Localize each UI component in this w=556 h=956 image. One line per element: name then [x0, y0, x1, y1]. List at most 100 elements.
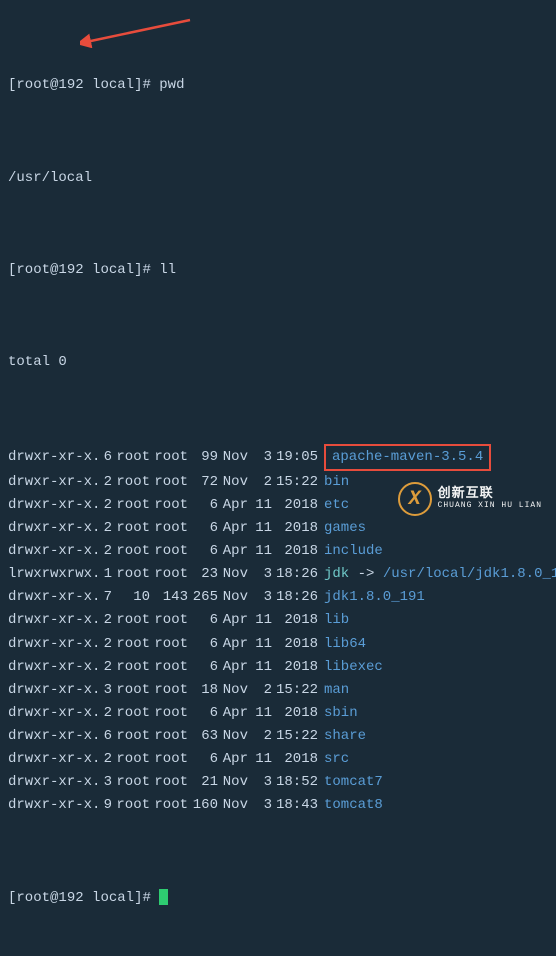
- group: root: [150, 471, 188, 494]
- size: 72: [188, 471, 218, 494]
- dir-name: sbin: [324, 705, 358, 721]
- table-row: drwxr-xr-x.3rootroot21Nov318:52tomcat7: [8, 771, 548, 794]
- owner: root: [112, 540, 150, 563]
- perm: drwxr-xr-x.: [8, 446, 98, 469]
- day: 11: [248, 609, 272, 632]
- prompt-cwd: local: [92, 77, 134, 93]
- dir-name: src: [324, 751, 349, 767]
- watermark-en-text: CHUANG XIN HU LIAN: [438, 502, 542, 511]
- size: 6: [188, 748, 218, 771]
- perm: drwxr-xr-x.: [8, 794, 98, 817]
- table-row: drwxr-xr-x.6rootroot99Nov319:05apache-ma…: [8, 444, 548, 471]
- links: 2: [98, 656, 112, 679]
- day: 3: [248, 586, 272, 609]
- dir-name: jdk1.8.0_191: [324, 589, 425, 605]
- day: 11: [248, 656, 272, 679]
- group: root: [150, 794, 188, 817]
- size: 6: [188, 540, 218, 563]
- total-line: total 0: [8, 351, 548, 374]
- owner: root: [112, 446, 150, 469]
- month: Nov: [218, 563, 248, 586]
- links: 2: [98, 702, 112, 725]
- group: root: [150, 702, 188, 725]
- prompt-host: 192: [58, 77, 83, 93]
- perm: lrwxrwxrwx.: [8, 563, 98, 586]
- day: 2: [248, 725, 272, 748]
- month: Apr: [218, 748, 248, 771]
- table-row: drwxr-xr-x.2rootroot6Apr112018lib64: [8, 633, 548, 656]
- day: 3: [248, 794, 272, 817]
- owner: root: [112, 679, 150, 702]
- month: Apr: [218, 494, 248, 517]
- terminal-window[interactable]: [root@192 local]# pwd /usr/local [root@1…: [8, 5, 548, 956]
- links: 2: [98, 494, 112, 517]
- table-row: drwxr-xr-x.710143265Nov318:26jdk1.8.0_19…: [8, 586, 548, 609]
- highlighted-entry: apache-maven-3.5.4: [324, 444, 491, 471]
- table-row: lrwxrwxrwx.1rootroot23Nov318:26jdk -> /u…: [8, 563, 548, 586]
- dir-name: man: [324, 682, 349, 698]
- links: 3: [98, 771, 112, 794]
- size: 99: [188, 446, 218, 469]
- cmd-pwd: pwd: [159, 77, 184, 93]
- dir-name: tomcat7: [324, 774, 383, 790]
- owner: root: [112, 494, 150, 517]
- size: 6: [188, 702, 218, 725]
- perm: drwxr-xr-x.: [8, 586, 98, 609]
- size: 6: [188, 494, 218, 517]
- owner: root: [112, 748, 150, 771]
- table-row: drwxr-xr-x.2rootroot6Apr112018include: [8, 540, 548, 563]
- perm: drwxr-xr-x.: [8, 656, 98, 679]
- group: root: [150, 771, 188, 794]
- group: 143: [150, 586, 188, 609]
- table-row: drwxr-xr-x.2rootroot6Apr112018lib: [8, 609, 548, 632]
- time: 2018: [272, 494, 318, 517]
- size: 6: [188, 656, 218, 679]
- day: 11: [248, 517, 272, 540]
- watermark-logo-icon: X: [398, 482, 432, 516]
- owner: root: [112, 563, 150, 586]
- time: 15:22: [272, 471, 318, 494]
- month: Nov: [218, 771, 248, 794]
- day: 3: [248, 446, 272, 469]
- perm: drwxr-xr-x.: [8, 609, 98, 632]
- perm: drwxr-xr-x.: [8, 494, 98, 517]
- size: 6: [188, 609, 218, 632]
- month: Apr: [218, 702, 248, 725]
- time: 15:22: [272, 679, 318, 702]
- day: 11: [248, 702, 272, 725]
- links: 2: [98, 633, 112, 656]
- month: Apr: [218, 540, 248, 563]
- dir-name: bin: [324, 474, 349, 490]
- watermark: X 创新互联 CHUANG XIN HU LIAN: [398, 482, 542, 516]
- dir-name: etc: [324, 497, 349, 513]
- symlink-target: /usr/local/jdk1.8.0_191: [383, 566, 556, 582]
- group: root: [150, 540, 188, 563]
- pwd-output: /usr/local: [8, 167, 548, 190]
- group: root: [150, 633, 188, 656]
- dir-name: share: [324, 728, 366, 744]
- size: 6: [188, 517, 218, 540]
- cursor-icon[interactable]: [159, 889, 168, 905]
- links: 2: [98, 748, 112, 771]
- time: 2018: [272, 540, 318, 563]
- prompt-symbol: #: [142, 77, 150, 93]
- table-row: drwxr-xr-x.3rootroot18Nov215:22man: [8, 679, 548, 702]
- time: 18:26: [272, 563, 318, 586]
- owner: root: [112, 771, 150, 794]
- size: 23: [188, 563, 218, 586]
- dir-name: lib: [324, 612, 349, 628]
- owner: root: [112, 633, 150, 656]
- owner: root: [112, 702, 150, 725]
- group: root: [150, 679, 188, 702]
- group: root: [150, 494, 188, 517]
- time: 18:26: [272, 586, 318, 609]
- month: Apr: [218, 609, 248, 632]
- month: Apr: [218, 656, 248, 679]
- month: Nov: [218, 446, 248, 469]
- time: 2018: [272, 633, 318, 656]
- prompt-line-pwd: [root@192 local]# pwd: [8, 74, 548, 97]
- time: 2018: [272, 609, 318, 632]
- table-row: drwxr-xr-x.2rootroot6Apr112018libexec: [8, 656, 548, 679]
- owner: root: [112, 517, 150, 540]
- group: root: [150, 517, 188, 540]
